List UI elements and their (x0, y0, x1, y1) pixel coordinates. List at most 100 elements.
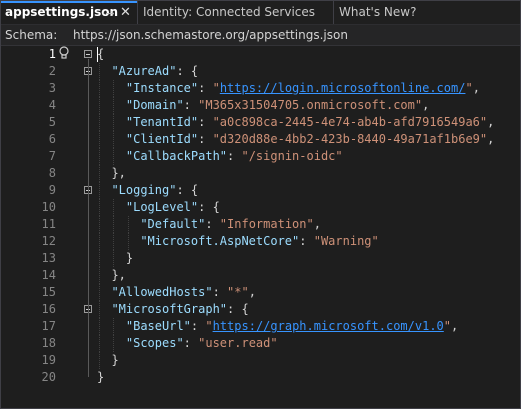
code-token: } (125, 251, 134, 265)
code-line[interactable]: "LogLevel": { (126, 199, 220, 216)
code-token: : (183, 336, 199, 350)
line-number: 7 (48, 149, 56, 163)
indent-guide (99, 216, 100, 233)
code-token: "M365x31504705.onmicrosoft.com" (198, 98, 423, 112)
schema-bar: Schema: https://json.schemastore.org/app… (1, 25, 520, 46)
line-number: 15 (41, 285, 56, 299)
indent-guide (99, 233, 100, 250)
code-line[interactable]: "AllowedHosts": "*", (111, 284, 256, 301)
tab-whats-new[interactable]: What's New? (333, 1, 520, 24)
close-icon[interactable]: ✕ (120, 3, 131, 22)
fold-region-guide (88, 314, 89, 360)
code-token: "Logging" (111, 183, 177, 197)
indent-guide (113, 335, 115, 352)
line-number: 2 (48, 64, 56, 78)
fold-toggle-icon[interactable] (84, 50, 92, 58)
code-token: : (205, 217, 220, 231)
code-line[interactable]: }, (111, 165, 125, 182)
code-token: "/signin-oidc" (241, 149, 343, 163)
tab-appsettings-json[interactable]: appsettings.json ˒→ ✕ (1, 1, 137, 24)
code-token: : (198, 81, 213, 95)
code-token: "TenantId" (125, 115, 199, 129)
code-line[interactable]: "CallbackPath": "/signin-oidc" (126, 148, 343, 165)
fold-region-guide (88, 76, 89, 173)
code-line[interactable]: } (111, 352, 118, 369)
code-token: "user.read" (198, 336, 278, 350)
line-number: 12 (41, 234, 56, 248)
code-line[interactable]: "Instance": "https://login.microsoftonli… (126, 80, 480, 97)
code-token: " (212, 81, 220, 95)
code-editor[interactable]: 1{2 "AzureAd": {3 "Instance": "https://log… (1, 46, 520, 408)
code-line[interactable]: "BaseUrl": "https://graph.microsoft.com/… (126, 318, 458, 335)
line-number: 13 (41, 251, 56, 265)
line-number: 16 (41, 302, 56, 316)
line-number: 5 (48, 115, 56, 129)
code-line[interactable]: "AzureAd": { (111, 63, 198, 80)
code-line[interactable]: "Scopes": "user.read" (126, 335, 278, 352)
code-token: "Microsoft.AspNetCore" (140, 234, 300, 248)
indent-guide (99, 284, 100, 301)
code-token: : (183, 98, 199, 112)
code-token: "Instance" (125, 81, 199, 95)
code-token: : { (227, 302, 249, 316)
code-line[interactable]: "MicrosoftGraph": { (111, 301, 248, 318)
indent-guide (113, 233, 115, 250)
code-token: , (313, 217, 321, 231)
indent-guide (99, 165, 100, 182)
tab-identity-connected-services[interactable]: Identity: Connected Services (137, 1, 333, 24)
code-line[interactable]: } (126, 250, 133, 267)
document-tab-bar: appsettings.json ˒→ ✕ Identity: Connecte… (1, 1, 520, 25)
indent-guide (99, 250, 100, 267)
code-line[interactable]: "TenantId": "a0c898ca-2445-4e74-ab4b-afd… (126, 114, 494, 131)
indent-guide (99, 63, 100, 80)
indent-guide (99, 335, 100, 352)
line-number: 19 (41, 353, 56, 367)
editor-window: appsettings.json ˒→ ✕ Identity: Connecte… (0, 0, 521, 409)
fold-region-guide (88, 195, 89, 275)
code-token: , (451, 319, 459, 333)
code-line[interactable]: "Domain": "M365x31504705.onmicrosoft.com… (126, 97, 429, 114)
code-token: } (111, 353, 119, 367)
code-token: "Scopes" (125, 336, 184, 350)
indent-guide (113, 199, 115, 216)
code-line[interactable]: } (97, 369, 104, 386)
code-link[interactable]: https://graph.microsoft.com/v1.0 (213, 319, 444, 333)
code-line[interactable]: "Microsoft.AspNetCore": "Warning" (140, 233, 378, 250)
code-token: "AllowedHosts" (111, 285, 213, 299)
indent-guide (113, 250, 115, 267)
line-number: 14 (41, 268, 56, 282)
code-token: "Domain" (125, 98, 184, 112)
indent-guide (113, 80, 115, 97)
code-token: { (97, 47, 105, 61)
indent-guide (113, 114, 115, 131)
schema-url[interactable]: https://json.schemastore.org/appsettings… (73, 25, 348, 45)
line-number: 9 (48, 183, 56, 197)
code-token: : { (176, 64, 199, 78)
indent-guide (99, 267, 100, 284)
code-token: "d320d88e-4bb2-423b-8440-49a71af1b6e9" (212, 132, 488, 146)
code-line[interactable]: "Logging": { (111, 182, 198, 199)
code-token: " (205, 319, 213, 333)
code-line[interactable]: { (97, 46, 104, 63)
code-link[interactable]: https://login.microsoftonline.com/ (220, 81, 466, 95)
code-line[interactable]: "Default": "Information", (140, 216, 321, 233)
code-token: "a0c898ca-2445-4e74-ab4b-afd7916549a6" (212, 115, 488, 129)
code-token: "Default" (140, 217, 206, 231)
code-token: , (472, 81, 480, 95)
code-line[interactable]: }, (111, 267, 125, 284)
code-token: "ClientId" (125, 132, 199, 146)
code-token: } (97, 370, 105, 384)
code-token: "Warning" (313, 234, 379, 248)
lightbulb-icon[interactable] (59, 46, 69, 63)
indent-guide (99, 352, 100, 369)
indent-guide (99, 114, 100, 131)
indent-guide (99, 97, 100, 114)
schema-label: Schema: (5, 28, 58, 42)
line-number: 4 (48, 98, 56, 112)
code-token: " (443, 319, 452, 333)
pin-icon[interactable]: ˒→ (102, 4, 115, 23)
line-number: 1 (48, 47, 56, 61)
indent-guide (113, 216, 115, 233)
indent-guide (99, 318, 100, 335)
code-line[interactable]: "ClientId": "d320d88e-4bb2-423b-8440-49a… (126, 131, 494, 148)
